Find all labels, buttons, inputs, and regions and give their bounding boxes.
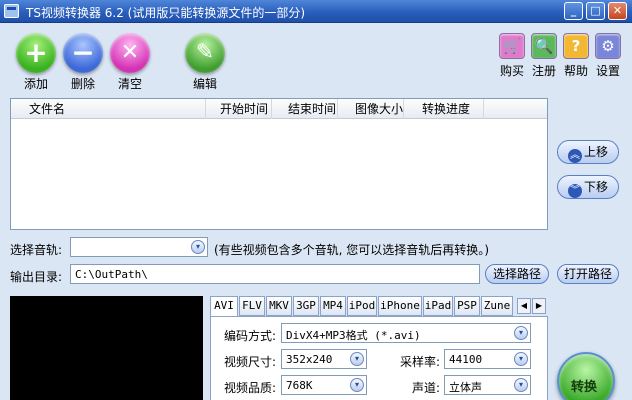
move-down-label: 下移 (583, 180, 608, 194)
format-tabs: AVI FLV MKV 3GP MP4 iPod iPhone iPad PSP… (210, 296, 548, 317)
channel-label: 声道: (412, 381, 441, 395)
close-button[interactable]: ✕ (608, 2, 627, 20)
video-size-label: 视频尺寸: (224, 355, 277, 369)
move-down-icon: ︾ (567, 184, 582, 198)
settings-icon: ⚙ (595, 33, 621, 59)
video-size-select[interactable]: 352x240 ▾ (281, 349, 367, 369)
move-up-icon: ︽ (567, 149, 582, 163)
edit-label: 编辑 (192, 77, 217, 91)
tab-ipad[interactable]: iPad (423, 296, 453, 316)
channel-value: 立体声 (449, 381, 482, 394)
column-progress[interactable]: 转换进度 (404, 99, 484, 119)
codec-value: DivX4+MP3格式 (*.avi) (286, 329, 421, 342)
channel-select[interactable]: 立体声 ▾ (444, 375, 531, 395)
remove-icon: − (63, 33, 103, 73)
tab-scroll-left-icon[interactable]: ◀ (517, 298, 531, 314)
help-button[interactable]: ? 帮助 (561, 33, 591, 79)
video-quality-label: 视频品质: (224, 381, 277, 395)
move-up-button[interactable]: ︽ 上移 (557, 140, 619, 164)
settings-label: 设置 (595, 64, 620, 78)
minimize-button[interactable]: _ (564, 2, 583, 20)
sample-rate-value: 44100 (449, 353, 483, 366)
clear-icon: ✕ (110, 33, 150, 73)
chevron-down-icon[interactable]: ▾ (514, 378, 528, 392)
move-up-label: 上移 (583, 145, 608, 159)
clear-label: 清空 (117, 77, 142, 91)
delete-button[interactable]: − 删除 (60, 33, 106, 92)
sample-rate-label: 采样率: (400, 355, 441, 369)
video-quality-value: 768K (286, 379, 313, 392)
audio-track-select[interactable]: ▾ (70, 237, 208, 257)
tab-flv[interactable]: FLV (239, 296, 265, 316)
tab-psp[interactable]: PSP (454, 296, 480, 316)
audio-track-hint: (有些视频包含多个音轨, 您可以选择音轨后再转换。) (214, 243, 489, 257)
tab-3gp[interactable]: 3GP (293, 296, 319, 316)
output-dir-field[interactable]: C:\OutPath\ (70, 264, 480, 284)
video-preview (10, 296, 203, 400)
move-down-button[interactable]: ︾ 下移 (557, 175, 619, 199)
delete-label: 删除 (70, 77, 95, 91)
audio-track-label: 选择音轨: (10, 243, 63, 257)
choose-path-button[interactable]: 选择路径 (485, 264, 549, 284)
column-filename[interactable]: 文件名 (11, 99, 206, 119)
output-dir-value: C:\OutPath\ (75, 268, 148, 281)
app-icon (4, 4, 19, 18)
convert-button[interactable]: 转换 (557, 352, 615, 400)
register-label: 注册 (531, 64, 556, 78)
add-label: 添加 (23, 77, 48, 91)
buy-label: 购买 (499, 64, 524, 78)
settings-button[interactable]: ⚙ 设置 (593, 33, 623, 79)
tab-zune[interactable]: Zune (481, 296, 513, 316)
chevron-down-icon[interactable]: ▾ (514, 352, 528, 366)
tab-avi[interactable]: AVI (210, 296, 238, 317)
file-list[interactable]: 文件名 开始时间 结束时间 图像大小 转换进度 (10, 98, 548, 230)
title-bar: TS视频转换器 6.2 (试用版只能转换源文件的一部分) _ □ ✕ (0, 0, 632, 23)
file-list-header: 文件名 开始时间 结束时间 图像大小 转换进度 (11, 99, 547, 119)
tab-iphone[interactable]: iPhone (378, 296, 422, 316)
sample-rate-select[interactable]: 44100 ▾ (444, 349, 531, 369)
video-quality-select[interactable]: 768K ▾ (281, 375, 367, 395)
add-icon: + (16, 33, 56, 73)
chevron-down-icon[interactable]: ▾ (191, 240, 205, 254)
column-image-size[interactable]: 图像大小 (338, 99, 404, 119)
help-label: 帮助 (563, 64, 588, 78)
codec-select[interactable]: DivX4+MP3格式 (*.avi) ▾ (281, 323, 531, 343)
chevron-down-icon[interactable]: ▾ (350, 378, 364, 392)
tab-mkv[interactable]: MKV (266, 296, 292, 316)
video-size-value: 352x240 (286, 353, 333, 366)
output-dir-label: 输出目录: (10, 270, 63, 284)
column-end-time[interactable]: 结束时间 (272, 99, 338, 119)
chevron-down-icon[interactable]: ▾ (350, 352, 364, 366)
tab-ipod[interactable]: iPod (347, 296, 377, 316)
chevron-down-icon[interactable]: ▾ (514, 326, 528, 340)
window-title: TS视频转换器 6.2 (试用版只能转换源文件的一部分) (26, 6, 306, 20)
help-icon: ? (563, 33, 589, 59)
register-button[interactable]: 🔍 注册 (529, 33, 559, 79)
edit-button[interactable]: ✎ 编辑 (182, 33, 228, 92)
clear-button[interactable]: ✕ 清空 (107, 33, 153, 92)
cart-icon: 🛒 (499, 33, 525, 59)
codec-label: 编码方式: (224, 329, 277, 343)
convert-label: 转换 (571, 380, 598, 395)
tab-scroll-right-icon[interactable]: ▶ (532, 298, 546, 314)
column-start-time[interactable]: 开始时间 (206, 99, 272, 119)
open-path-button[interactable]: 打开路径 (557, 264, 619, 284)
buy-button[interactable]: 🛒 购买 (497, 33, 527, 79)
tab-mp4[interactable]: MP4 (320, 296, 346, 316)
edit-image-icon: ✎ (185, 33, 225, 73)
search-key-icon: 🔍 (531, 33, 557, 59)
add-button[interactable]: + 添加 (13, 33, 59, 92)
maximize-button[interactable]: □ (586, 2, 605, 20)
